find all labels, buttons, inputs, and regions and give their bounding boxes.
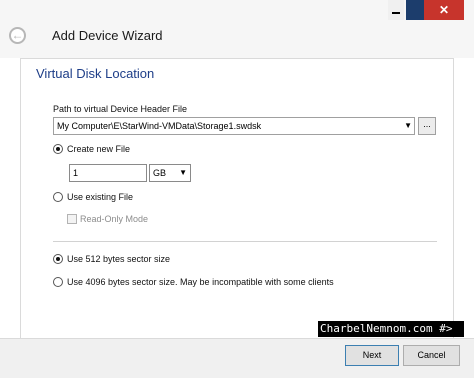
- separator: [53, 241, 437, 242]
- create-new-radio[interactable]: [53, 144, 63, 154]
- use-existing-label[interactable]: Use existing File: [67, 192, 133, 202]
- sector-512-radio[interactable]: [53, 254, 63, 264]
- path-value: My Computer\E\StarWind-VMData\Storage1.s…: [57, 121, 262, 131]
- read-only-checkbox[interactable]: [67, 214, 77, 224]
- size-input[interactable]: 1: [69, 164, 147, 182]
- browse-button[interactable]: ...: [418, 117, 436, 135]
- sector-512-label[interactable]: Use 512 bytes sector size: [67, 254, 170, 264]
- path-combobox[interactable]: My Computer\E\StarWind-VMData\Storage1.s…: [53, 117, 415, 135]
- back-arrow-icon[interactable]: ←: [9, 27, 26, 44]
- watermark: CharbelNemnom.com #>: [318, 321, 464, 337]
- sector-4096-radio[interactable]: [53, 277, 63, 287]
- chevron-down-icon[interactable]: ▼: [179, 165, 187, 181]
- next-button[interactable]: Next: [345, 345, 399, 366]
- wizard-header: ✕ ← Add Device Wizard: [0, 0, 474, 58]
- size-unit-select[interactable]: GB ▼: [149, 164, 191, 182]
- minimize-button[interactable]: [388, 0, 404, 20]
- read-only-label: Read-Only Mode: [80, 214, 149, 224]
- close-button[interactable]: ✕: [424, 0, 464, 20]
- section-title: Virtual Disk Location: [36, 66, 155, 81]
- window-title: Add Device Wizard: [52, 28, 163, 43]
- window-control-button[interactable]: [406, 0, 424, 20]
- chevron-down-icon[interactable]: ▼: [404, 118, 412, 134]
- cancel-button[interactable]: Cancel: [403, 345, 460, 366]
- create-new-label[interactable]: Create new File: [67, 144, 130, 154]
- use-existing-radio[interactable]: [53, 192, 63, 202]
- sector-4096-label[interactable]: Use 4096 bytes sector size. May be incom…: [67, 277, 334, 287]
- size-unit-value: GB: [153, 168, 167, 178]
- path-label: Path to virtual Device Header File: [53, 104, 188, 114]
